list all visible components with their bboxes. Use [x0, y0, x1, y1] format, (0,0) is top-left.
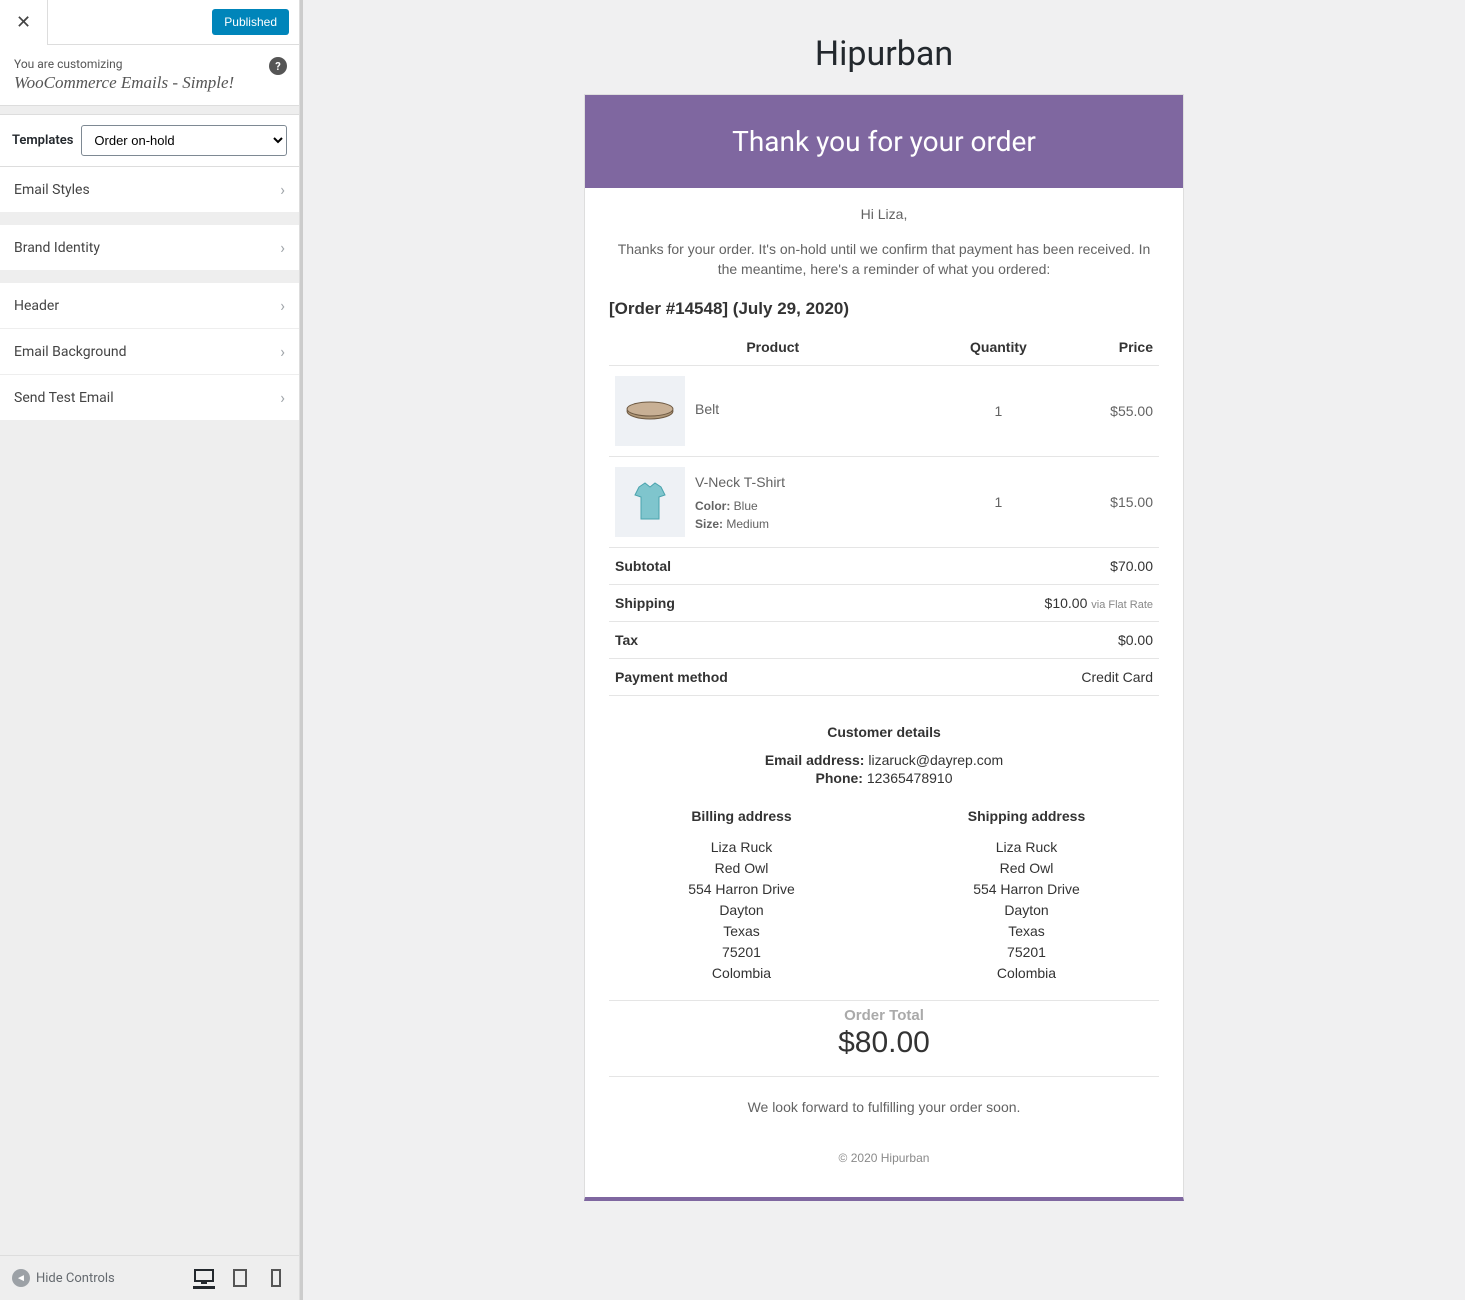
templates-row: Templates Order on-hold — [0, 114, 299, 167]
preview-pane: Hipurban Thank you for your order Hi Liz… — [300, 0, 1465, 1300]
publish-button[interactable]: Published — [212, 9, 289, 35]
chevron-right-icon: › — [280, 296, 285, 315]
product-name: Belt — [695, 399, 719, 420]
closing-text: We look forward to fulfilling your order… — [609, 1099, 1159, 1115]
order-total-label: Order Total — [609, 1007, 1159, 1024]
product-qty: 1 — [937, 366, 1061, 457]
customizing-label: You are customizing — [14, 57, 285, 71]
customer-details-title: Customer details — [609, 724, 1159, 740]
email-footer: © 2020 Hipurban — [609, 1139, 1159, 1183]
intro-text: Thanks for your order. It's on-hold unti… — [609, 240, 1159, 279]
product-price: $15.00 — [1060, 457, 1159, 548]
customer-phone: Phone: 12365478910 — [609, 770, 1159, 786]
templates-select[interactable]: Order on-hold — [81, 125, 287, 156]
sidebar-item-label: Email Styles — [14, 182, 90, 198]
customizing-panel: You are customizing WooCommerce Emails -… — [0, 45, 299, 106]
billing-address: Billing address Liza RuckRed Owl 554 Har… — [609, 806, 874, 984]
order-table: Product Quantity Price — [609, 329, 1159, 696]
sidebar-item-send-test-email[interactable]: Send Test Email › — [0, 375, 299, 421]
sidebar-item-email-styles[interactable]: Email Styles › — [0, 167, 299, 213]
chevron-right-icon: › — [280, 388, 285, 407]
customizer-sidebar: ✕ Published You are customizing WooComme… — [0, 0, 300, 1300]
hide-controls-button[interactable]: ◄ Hide Controls — [12, 1269, 115, 1287]
close-button[interactable]: ✕ — [0, 0, 48, 45]
hide-controls-label: Hide Controls — [36, 1271, 115, 1286]
product-qty: 1 — [937, 457, 1061, 548]
customer-email: Email address: lizaruck@dayrep.com — [609, 752, 1159, 768]
close-icon: ✕ — [16, 12, 31, 33]
sidebar-item-label: Email Background — [14, 344, 127, 360]
email-card: Thank you for your order Hi Liza, Thanks… — [584, 94, 1184, 1201]
sidebar-item-label: Send Test Email — [14, 390, 114, 406]
col-product: Product — [609, 329, 937, 366]
shipping-address: Shipping address Liza RuckRed Owl 554 Ha… — [894, 806, 1159, 984]
sidebar-item-brand-identity[interactable]: Brand Identity › — [0, 225, 299, 271]
chevron-right-icon: › — [280, 238, 285, 257]
product-thumb-tshirt — [615, 467, 685, 537]
chevron-left-icon: ◄ — [12, 1269, 30, 1287]
chevron-right-icon: › — [280, 342, 285, 361]
order-total-value: $80.00 — [609, 1026, 1159, 1060]
product-name: V-Neck T-Shirt — [695, 472, 785, 493]
sidebar-item-label: Header — [14, 298, 59, 314]
device-mobile-icon[interactable] — [265, 1267, 287, 1289]
customizing-title: WooCommerce Emails - Simple! — [14, 73, 285, 93]
device-desktop-icon[interactable] — [193, 1267, 215, 1289]
sidebar-item-email-background[interactable]: Email Background › — [0, 329, 299, 375]
col-price: Price — [1060, 329, 1159, 366]
col-quantity: Quantity — [937, 329, 1061, 366]
table-row: V-Neck T-Shirt Color: Blue Size: Medium … — [609, 457, 1159, 548]
greeting: Hi Liza, — [609, 206, 1159, 222]
product-thumb-belt — [615, 376, 685, 446]
sidebar-item-header[interactable]: Header › — [0, 283, 299, 329]
templates-label: Templates — [12, 133, 73, 148]
table-row: Belt 1 $55.00 — [609, 366, 1159, 457]
email-header: Thank you for your order — [585, 95, 1183, 188]
sidebar-item-label: Brand Identity — [14, 240, 100, 256]
order-heading: [Order #14548] (July 29, 2020) — [609, 299, 1159, 319]
chevron-right-icon: › — [280, 180, 285, 199]
product-price: $55.00 — [1060, 366, 1159, 457]
brand-title: Hipurban — [323, 0, 1445, 94]
device-tablet-icon[interactable] — [229, 1267, 251, 1289]
help-icon[interactable]: ? — [269, 57, 287, 75]
